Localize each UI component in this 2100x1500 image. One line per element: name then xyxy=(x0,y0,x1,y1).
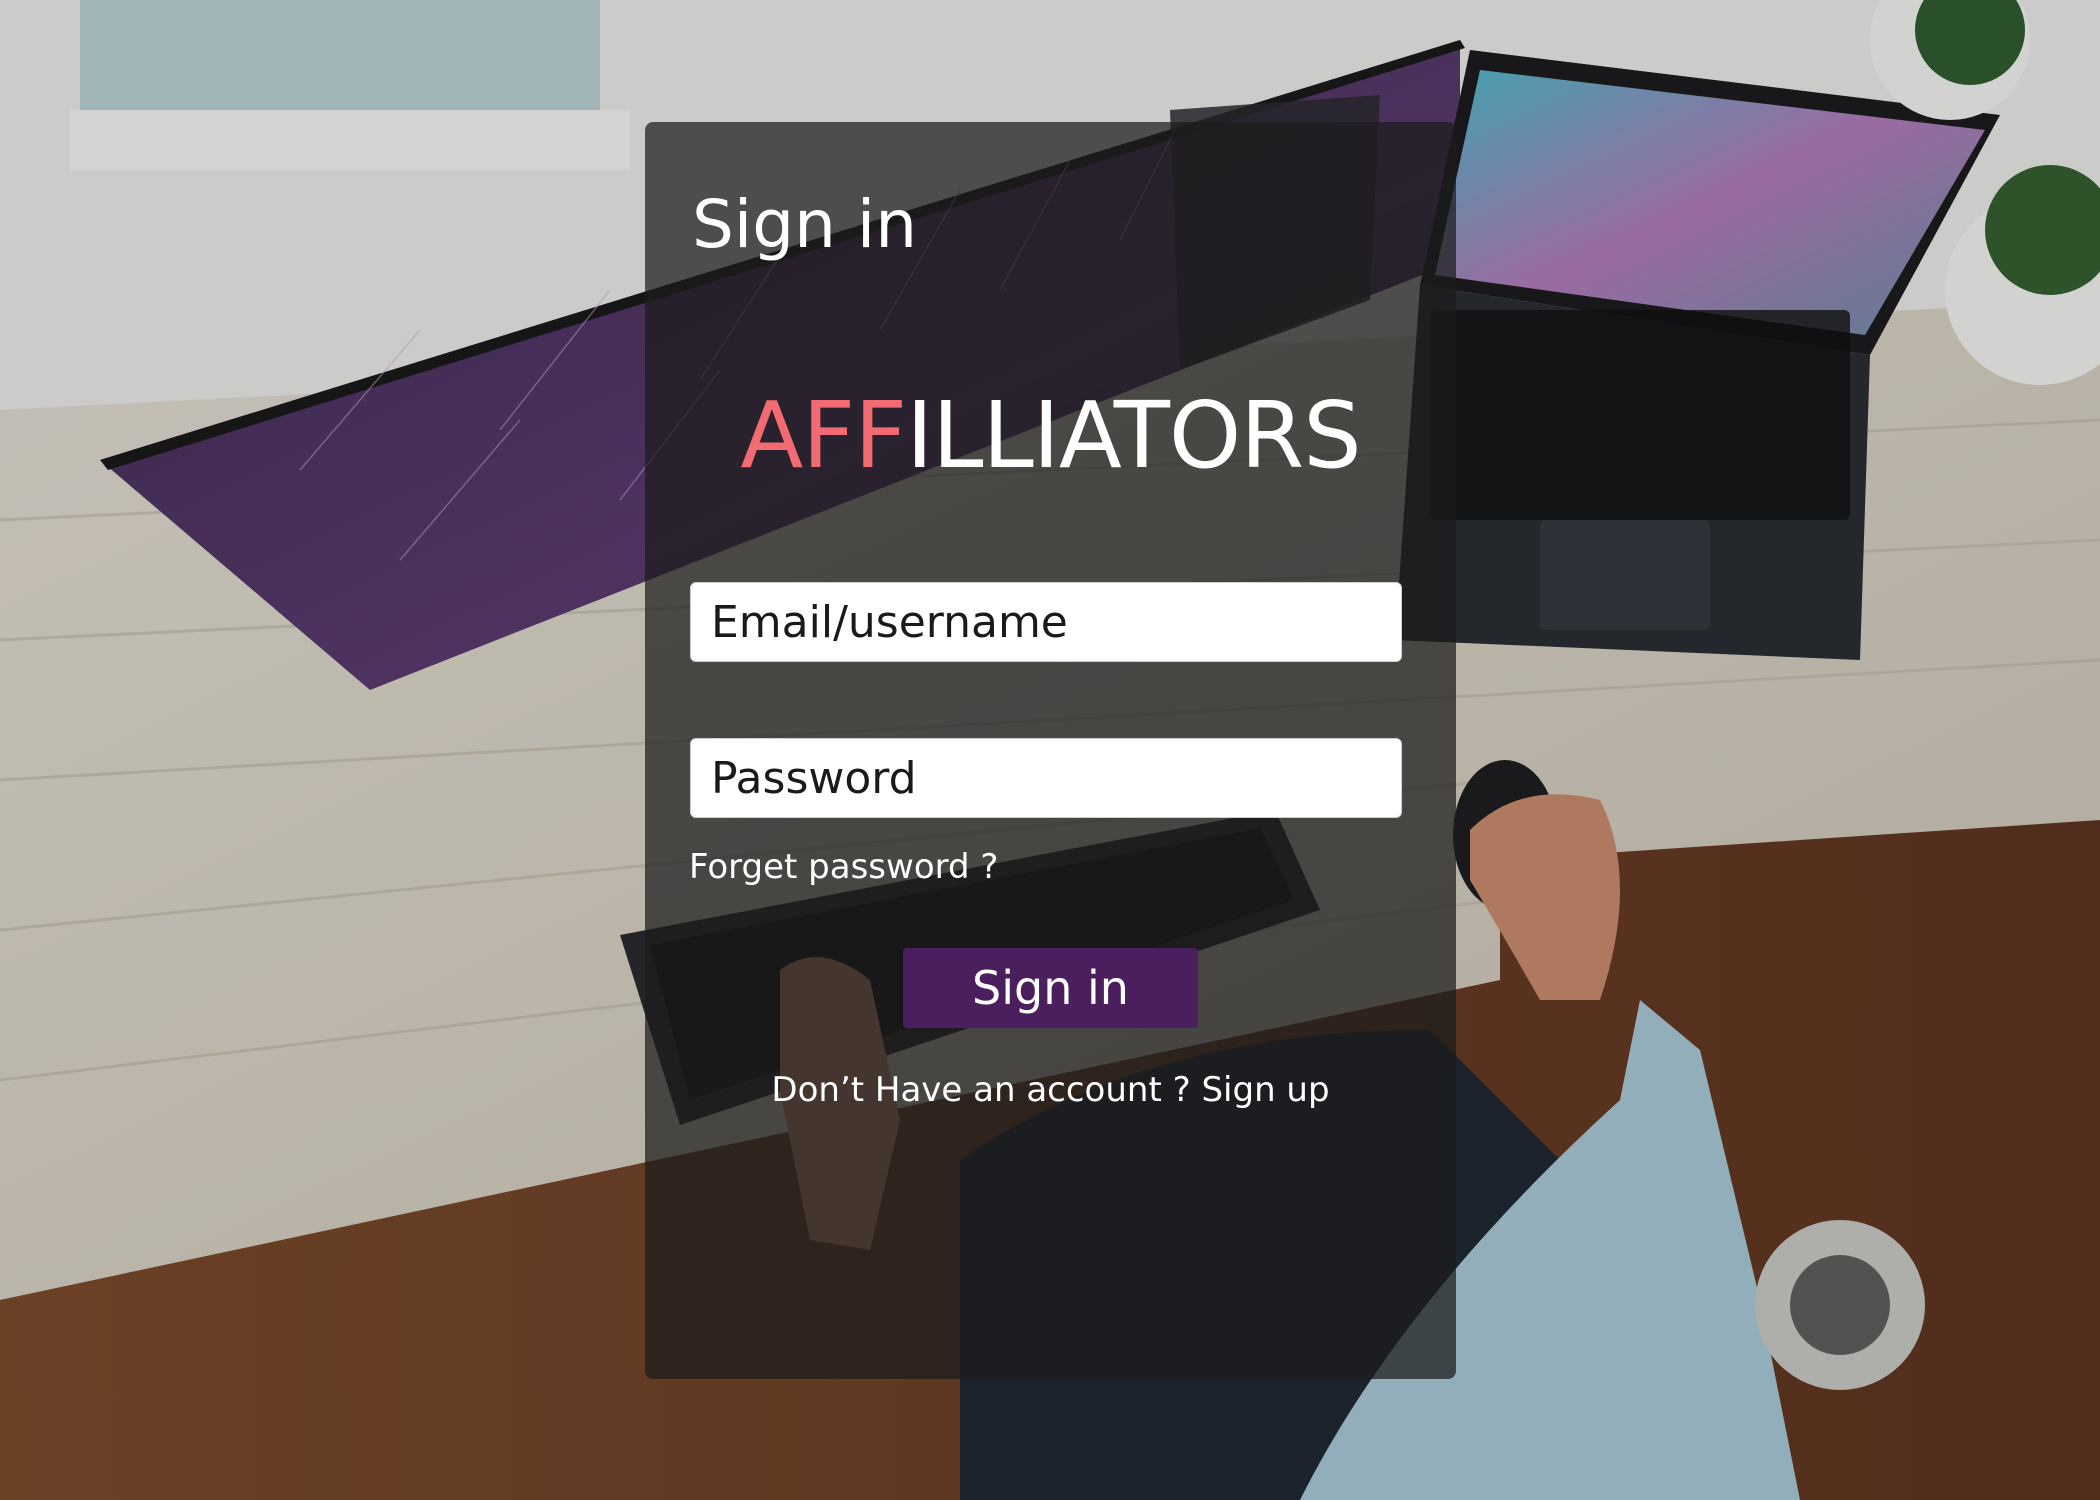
signup-prompt-text: Don’t Have an account ? xyxy=(771,1070,1191,1110)
email-field-wrapper xyxy=(690,582,1402,662)
password-input[interactable] xyxy=(691,739,1401,817)
forgot-password-link[interactable]: Forget password ? xyxy=(689,847,998,887)
login-card: Sign in AFFILLIATORS Forget password ? S… xyxy=(645,122,1456,1379)
brand-rest-text: ILLIATORS xyxy=(906,382,1362,489)
sign-in-button[interactable]: Sign in xyxy=(903,948,1198,1028)
password-field-wrapper xyxy=(690,738,1402,818)
brand-logo: AFFILLIATORS xyxy=(645,390,1456,482)
signup-prompt-line: Don’t Have an account ? Sign up xyxy=(645,1070,1456,1110)
brand-accent-text: AFF xyxy=(740,382,907,489)
email-input[interactable] xyxy=(691,583,1401,661)
sign-up-link[interactable]: Sign up xyxy=(1201,1070,1329,1110)
card-title: Sign in xyxy=(692,186,918,263)
